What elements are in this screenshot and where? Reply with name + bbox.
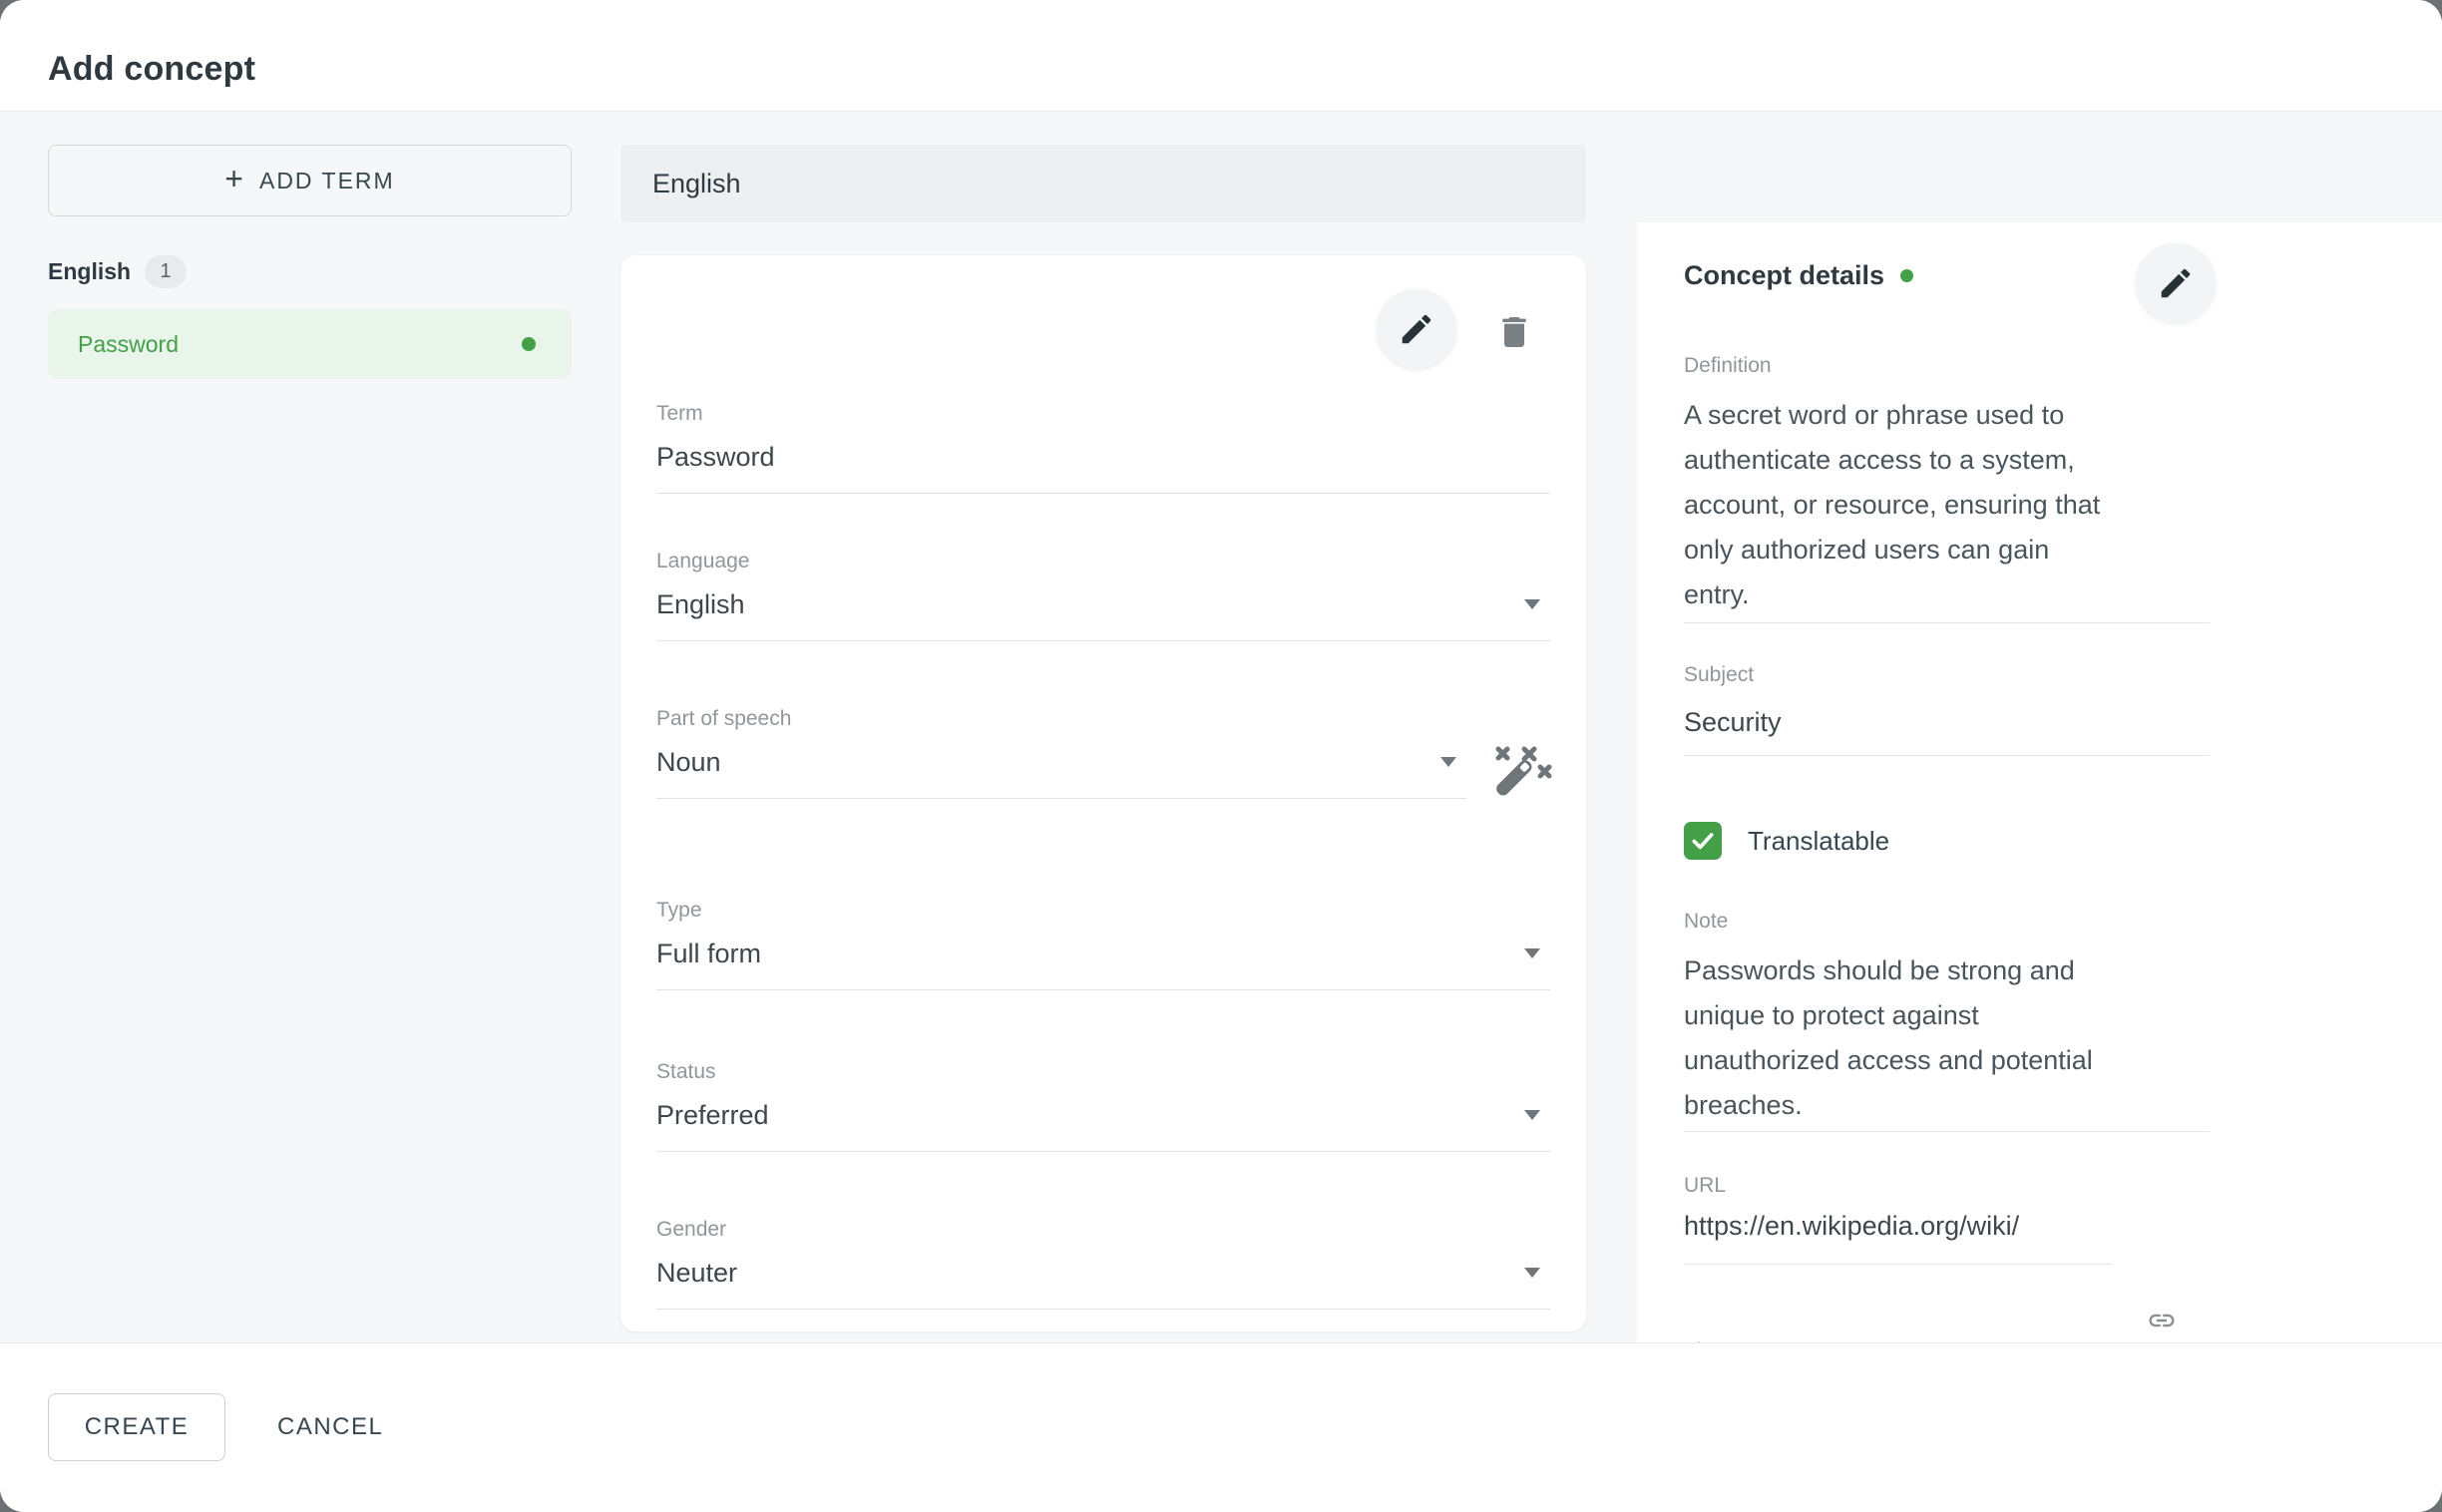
part-of-speech-select-value: Noun <box>656 744 721 780</box>
type-select[interactable]: Full form <box>656 936 1550 989</box>
status-select-value: Preferred <box>656 1097 769 1133</box>
field-gender: Gender Neuter <box>656 1217 1550 1310</box>
pencil-icon <box>1398 310 1435 348</box>
chevron-down-icon <box>1440 757 1456 767</box>
url-value[interactable]: https://en.wikipedia.org/wiki/ <box>1684 1208 2113 1244</box>
concept-details-title-row: Concept details <box>1684 260 1913 291</box>
open-link-button[interactable] <box>2138 1301 2186 1340</box>
url-label: URL <box>1684 1173 2113 1199</box>
field-term-label: Term <box>656 401 1550 427</box>
term-list-item[interactable]: Password <box>48 309 572 379</box>
note-line: Passwords should be strong and <box>1684 948 2163 993</box>
term-editor-panel: English Term Password <box>620 145 1586 1331</box>
note-line: breaches. <box>1684 1083 2163 1128</box>
gender-select[interactable]: Neuter <box>656 1255 1550 1309</box>
subject-label: Subject <box>1684 662 2210 688</box>
url-block: URL https://en.wikipedia.org/wiki/ <box>1684 1173 2113 1265</box>
translatable-checkbox-row[interactable]: Translatable <box>1684 822 1889 860</box>
chevron-down-icon <box>1524 599 1540 609</box>
create-button[interactable]: CREATE <box>48 1393 225 1461</box>
note-text: Passwords should be strong and unique to… <box>1684 948 2163 1128</box>
field-status: Status Preferred <box>656 1059 1550 1152</box>
trash-icon <box>1494 310 1534 354</box>
field-term: Term Password <box>656 401 1550 494</box>
field-language: Language English <box>656 549 1550 641</box>
definition-line: A secret word or phrase used to <box>1684 393 2163 438</box>
term-input[interactable]: Password <box>656 439 1550 493</box>
part-of-speech-select[interactable]: Noun <box>656 744 1466 798</box>
language-group-label: English <box>48 258 131 285</box>
dialog-footer: CREATE CANCEL <box>0 1342 2442 1512</box>
concept-details-title: Concept details <box>1684 260 1884 291</box>
term-editor-language-label: English <box>652 169 741 199</box>
field-part-of-speech: Part of speech Noun <box>656 706 1466 799</box>
chevron-down-icon <box>1524 948 1540 958</box>
term-count-badge: 1 <box>145 255 187 288</box>
language-select[interactable]: English <box>656 586 1550 640</box>
note-block: Note Passwords should be strong and uniq… <box>1684 909 2210 1132</box>
definition-line: account, or resource, ensuring that <box>1684 483 2163 528</box>
add-term-label: ADD TERM <box>259 168 395 194</box>
term-input-value: Password <box>656 439 775 475</box>
concept-details-panel: Concept details Definition A secret word… <box>1637 222 2442 1343</box>
field-gender-label: Gender <box>656 1217 1550 1243</box>
magic-wand-icon <box>1482 739 1540 809</box>
definition-line: entry. <box>1684 572 2163 617</box>
term-edit-button[interactable] <box>1377 289 1456 369</box>
term-editor-language-header: English <box>620 145 1586 222</box>
dialog-title: Add concept <box>48 50 255 89</box>
definition-label: Definition <box>1684 353 2210 379</box>
gender-select-value: Neuter <box>656 1255 737 1291</box>
field-part-of-speech-label: Part of speech <box>656 706 1466 732</box>
chevron-down-icon <box>1524 1268 1540 1278</box>
dialog-body: + ADD TERM English 1 Password English <box>0 112 2442 1343</box>
definition-line: only authorized users can gain <box>1684 528 2163 572</box>
note-label: Note <box>1684 909 2210 935</box>
definition-line: authenticate access to a system, <box>1684 438 2163 483</box>
chevron-down-icon <box>1524 1110 1540 1120</box>
plus-icon: + <box>224 163 243 194</box>
concept-status-dot <box>1900 269 1913 282</box>
definition-block: Definition A secret word or phrase used … <box>1684 353 2210 623</box>
pencil-icon <box>2157 264 2195 302</box>
field-language-label: Language <box>656 549 1550 574</box>
term-status-dot <box>522 337 536 351</box>
status-select[interactable]: Preferred <box>656 1097 1550 1151</box>
field-type-label: Type <box>656 898 1550 924</box>
term-delete-button[interactable] <box>1492 307 1536 357</box>
dialog-header: Add concept <box>0 0 2442 112</box>
add-term-button[interactable]: + ADD TERM <box>48 145 572 216</box>
checkbox-checked-icon[interactable] <box>1684 822 1722 860</box>
screen-backdrop: Add concept + ADD TERM English 1 Passwor… <box>0 0 2442 1512</box>
type-select-value: Full form <box>656 936 761 971</box>
subject-block: Subject Security <box>1684 662 2210 756</box>
add-concept-dialog: Add concept + ADD TERM English 1 Passwor… <box>0 0 2442 1512</box>
language-group-row: English 1 <box>48 255 572 288</box>
cancel-button[interactable]: CANCEL <box>253 1393 407 1461</box>
note-line: unique to protect against <box>1684 993 2163 1038</box>
subject-value: Security <box>1684 704 2210 740</box>
language-select-value: English <box>656 586 745 622</box>
concept-edit-button[interactable] <box>2136 243 2216 323</box>
field-type: Type Full form <box>656 898 1550 990</box>
auto-detect-button[interactable] <box>1476 738 1546 808</box>
terms-sidebar: + ADD TERM English 1 Password <box>48 145 572 379</box>
term-item-label: Password <box>78 331 179 358</box>
term-card: Term Password Language English Part of s… <box>620 255 1586 1331</box>
translatable-label: Translatable <box>1748 826 1889 857</box>
link-icon <box>2139 1306 2185 1335</box>
definition-text: A secret word or phrase used to authenti… <box>1684 393 2163 617</box>
field-status-label: Status <box>656 1059 1550 1085</box>
note-line: unauthorized access and potential <box>1684 1038 2163 1083</box>
